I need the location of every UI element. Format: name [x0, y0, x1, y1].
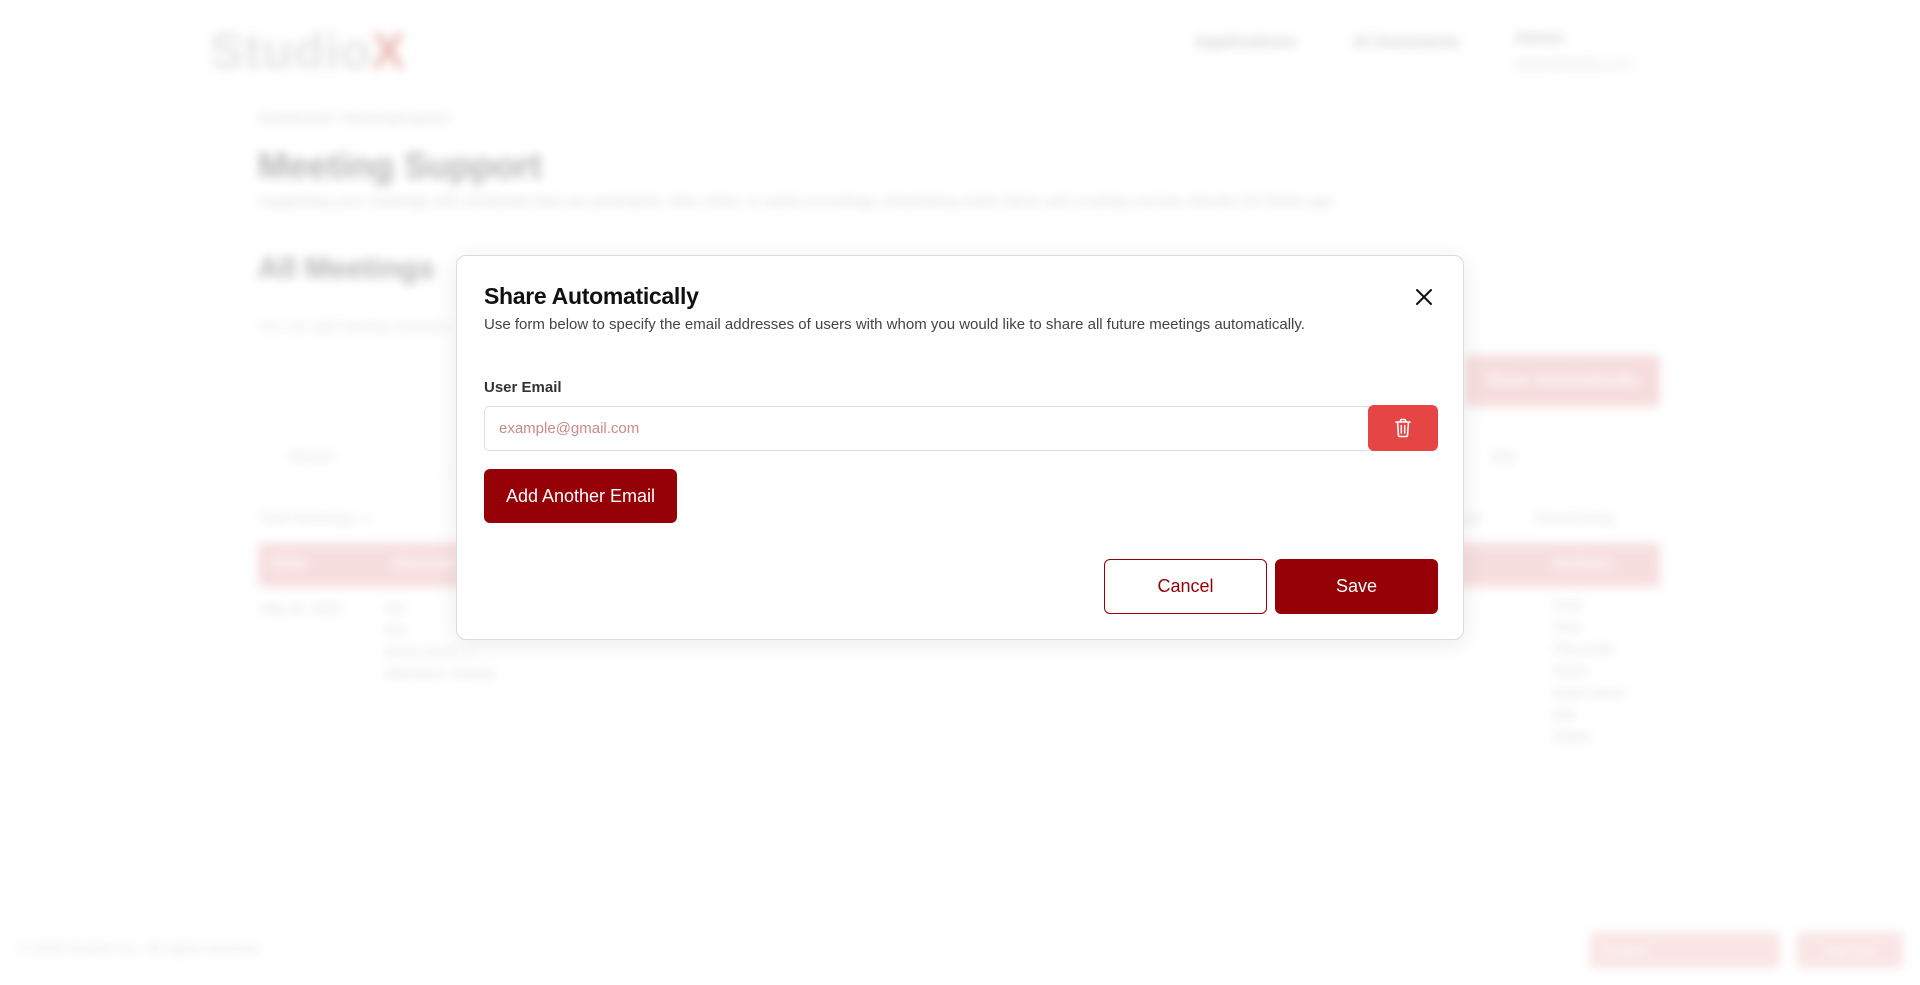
save-button[interactable]: Save	[1275, 559, 1438, 614]
add-another-email-button[interactable]: Add Another Email	[484, 469, 677, 523]
delete-email-button[interactable]	[1368, 405, 1438, 451]
close-icon	[1416, 289, 1432, 305]
dialog-title: Share Automatically	[484, 283, 699, 309]
user-email-label: User Email	[484, 379, 562, 396]
trash-icon	[1395, 418, 1411, 438]
close-button[interactable]	[1409, 282, 1439, 312]
share-automatically-dialog: Share Automatically Use form below to sp…	[456, 255, 1464, 640]
user-email-input[interactable]	[484, 406, 1386, 451]
cancel-button[interactable]: Cancel	[1104, 559, 1267, 614]
dialog-description: Use form below to specify the email addr…	[484, 316, 1305, 333]
